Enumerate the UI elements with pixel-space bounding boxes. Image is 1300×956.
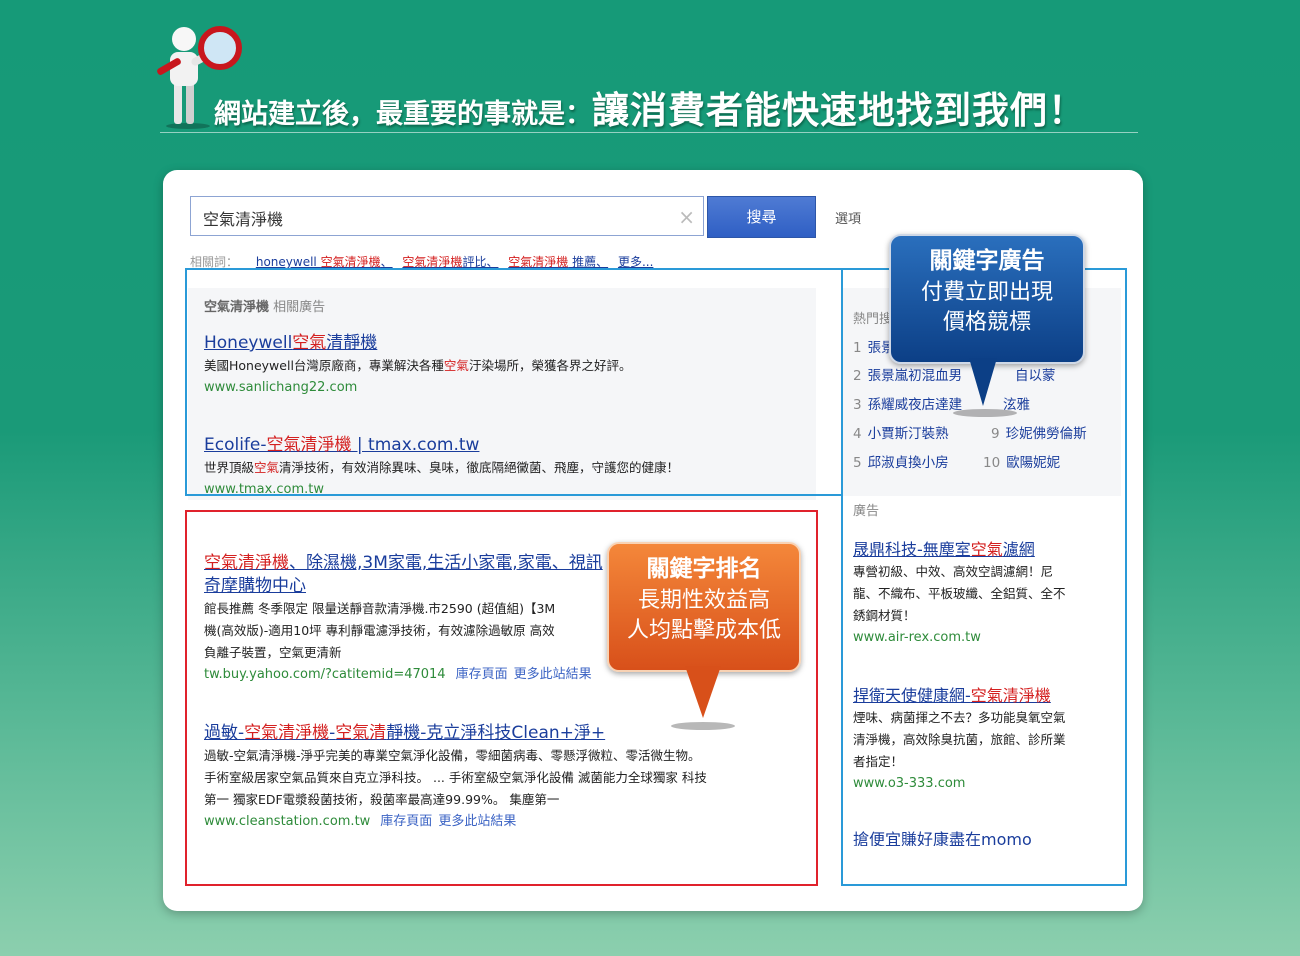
search-button[interactable]: 搜尋	[707, 196, 816, 238]
ad-frame-cover	[841, 268, 843, 494]
banner-title: 網站建立後，最重要的事就是：讓消費者能快速地找到我們！	[214, 80, 1086, 132]
banner-main: 讓消費者能快速地找到我們！	[592, 89, 1086, 132]
search-input[interactable]: 空氣清淨機 ×	[190, 196, 704, 236]
ad-highlight-frame	[185, 268, 843, 496]
keyword-rank-callout: 關鍵字排名 長期性效益高 人均點擊成本低	[607, 542, 801, 672]
options-link[interactable]: 選項	[835, 208, 861, 227]
related-link-recommend[interactable]: 空氣清淨機 推薦、	[508, 255, 608, 269]
rank-callout-pointer	[671, 666, 735, 730]
callout-line: 長期性效益高	[637, 588, 770, 613]
related-link-honeywell[interactable]: honeywell 空氣清淨機、	[256, 255, 393, 269]
callout-title: 關鍵字排名	[646, 556, 762, 582]
search-query[interactable]: 空氣清淨機	[203, 206, 283, 230]
callout-line: 人均點擊成本低	[626, 618, 781, 643]
keyword-ad-callout: 關鍵字廣告 付費立即出現 價格競標	[889, 234, 1085, 364]
related-link-more[interactable]: 更多...	[618, 255, 653, 269]
clear-icon[interactable]: ×	[678, 205, 695, 229]
related-label: 相關詞：	[190, 255, 239, 269]
banner-divider	[160, 132, 1138, 133]
callout-line: 價格競標	[942, 310, 1031, 335]
callout-line: 付費立即出現	[920, 280, 1053, 305]
search-screenshot-card: 空氣清淨機 × 搜尋 選項 相關詞： honeywell 空氣清淨機、 空氣清淨…	[163, 170, 1143, 911]
ad-callout-pointer	[953, 358, 1017, 417]
callout-title: 關鍵字廣告	[929, 248, 1045, 274]
related-link-review[interactable]: 空氣清淨機評比、	[402, 255, 498, 269]
banner-lead: 網站建立後，最重要的事就是：	[214, 99, 592, 130]
